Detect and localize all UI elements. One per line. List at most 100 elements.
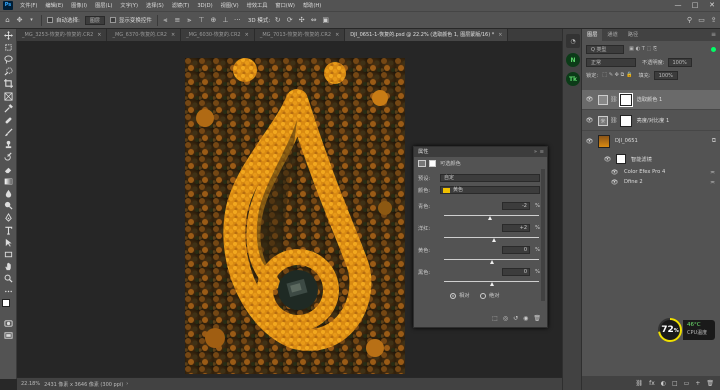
layer-row-filter-cep4[interactable]: 👁 Color Efex Pro 4 ≍ (582, 167, 720, 177)
menu-select[interactable]: 选择(S) (142, 2, 168, 9)
align-center-icon[interactable]: ≡ (173, 16, 182, 25)
black-value-field[interactable]: 0 (502, 268, 530, 276)
minimize-button[interactable]: — (670, 0, 686, 11)
yellow-slider-thumb[interactable] (490, 260, 494, 264)
visibility-eye-icon[interactable]: 👁 (585, 138, 594, 145)
brush-tool-icon[interactable] (0, 127, 17, 139)
layer-name[interactable]: 智能滤镜 (631, 156, 652, 163)
hand-tool-icon[interactable] (0, 261, 17, 273)
rectangle-tool-icon[interactable] (0, 248, 17, 260)
filter-icons[interactable]: ▣ ◐ T ⬚ ⎘ (629, 46, 657, 53)
pen-tool-icon[interactable] (0, 212, 17, 224)
menu-help[interactable]: 帮助(H) (299, 2, 325, 9)
close-icon[interactable]: × (97, 29, 101, 41)
menu-3d[interactable]: 3D(D) (193, 3, 216, 9)
home-icon[interactable]: ⌂ (3, 16, 12, 25)
3d-roll-icon[interactable]: ⟳ (285, 16, 294, 25)
align-middle-icon[interactable]: ⊕ (209, 16, 218, 25)
link-layers-icon[interactable]: ⛓ (635, 380, 643, 387)
visibility-icon[interactable]: ◉ (523, 315, 528, 322)
foreground-color-swatch[interactable] (2, 299, 10, 308)
history-brush-tool-icon[interactable] (0, 151, 17, 163)
more-options-icon[interactable]: ··· (233, 16, 242, 25)
close-icon[interactable]: × (335, 29, 339, 41)
canvas-area[interactable]: 属性 » ≡ 可选颜色 预设: 自定 颜色: 黄色 青色: -2 % 洋红: +… (17, 41, 562, 377)
3d-rotate-icon[interactable]: ↻ (273, 16, 282, 25)
filter-options-icon[interactable]: ≍ (710, 179, 715, 186)
checkbox-box[interactable] (109, 17, 116, 23)
menu-type[interactable]: 文字(Y) (116, 2, 142, 9)
tab-document[interactable]: _MG_6370-恢复的.CR2 × (107, 29, 182, 41)
eyedropper-tool-icon[interactable] (0, 102, 17, 114)
zoom-tool-icon[interactable] (0, 273, 17, 285)
align-right-icon[interactable]: ⫸ (185, 16, 194, 25)
visibility-eye-icon[interactable]: 👁 (610, 169, 619, 176)
history-icon[interactable]: ◔ (566, 34, 580, 48)
cyan-value-field[interactable]: -2 (502, 202, 530, 210)
filter-mask-thumbnail[interactable] (616, 154, 626, 164)
close-icon[interactable]: × (171, 29, 175, 41)
layer-name[interactable]: Dfine 2 (624, 179, 643, 185)
layer-name[interactable]: 选取颜色 1 (637, 96, 663, 103)
black-slider-thumb[interactable] (490, 282, 494, 286)
method-relative-radio[interactable]: 相对 (450, 292, 469, 299)
align-left-icon[interactable]: ⫷ (161, 16, 170, 25)
layer-mask-thumbnail[interactable] (619, 114, 632, 127)
delete-icon[interactable]: 🗑 (533, 315, 541, 322)
menu-edit[interactable]: 编辑(E) (41, 2, 67, 9)
path-selection-tool-icon[interactable] (0, 236, 17, 248)
tab-document-active[interactable]: DJI_0651-1-恢复的.psd @ 22.2% (选取颜色 1, 图层蒙版… (345, 29, 509, 41)
maximize-button[interactable]: □ (687, 0, 703, 11)
align-bottom-icon[interactable]: ⊥ (221, 16, 230, 25)
share-icon[interactable]: ⇪ (709, 16, 718, 25)
yellow-value-field[interactable]: 0 (502, 246, 530, 254)
checkbox-box[interactable] (47, 17, 53, 23)
mask-icon[interactable] (429, 160, 436, 167)
opacity-input[interactable]: 100% (667, 57, 692, 67)
visibility-eye-icon[interactable]: 👁 (585, 96, 594, 103)
tab-document[interactable]: _MG_6030-恢复的.CR2 × (181, 29, 255, 41)
lasso-tool-icon[interactable] (0, 53, 17, 65)
visibility-eye-icon[interactable]: 👁 (585, 117, 594, 124)
quick-selection-tool-icon[interactable] (0, 66, 17, 78)
more-tools-icon[interactable] (0, 285, 17, 297)
panel-menu-icon[interactable]: ≡ (540, 147, 544, 157)
menu-view[interactable]: 视图(V) (217, 2, 243, 9)
cyan-slider-thumb[interactable] (488, 216, 492, 220)
workspace-icon[interactable]: ▭ (697, 16, 706, 25)
preset-dropdown[interactable]: 自定 (440, 174, 540, 182)
reset-icon[interactable]: ↺ (513, 315, 518, 322)
magenta-slider-thumb[interactable] (492, 238, 496, 242)
link-icon[interactable]: ⛓ (610, 96, 618, 103)
layer-name[interactable]: 亮度/对比度 1 (637, 117, 670, 124)
clip-to-layer-icon[interactable]: ⬚ (492, 315, 498, 322)
auto-select-checkbox[interactable]: 自动选择: (47, 16, 80, 24)
fill-input[interactable]: 100% (653, 70, 678, 80)
panel-menu-icon[interactable]: ≡ (711, 29, 720, 41)
colors-dropdown[interactable]: 黄色 (440, 186, 540, 194)
3d-pan-icon[interactable]: ✣ (297, 16, 306, 25)
filter-options-icon[interactable]: ≍ (710, 169, 715, 176)
screen-mode-icon[interactable] (0, 329, 17, 341)
tab-paths[interactable]: 路径 (623, 29, 643, 41)
tab-document[interactable]: _MG_3253-恢复的-恢复的.CR2 × (17, 29, 108, 41)
properties-panel[interactable]: 属性 » ≡ 可选颜色 预设: 自定 颜色: 黄色 青色: -2 % 洋红: +… (413, 146, 548, 328)
tab-document[interactable]: _MG_7013-恢复的-恢复的.CR2 × (255, 29, 346, 41)
nik-collection-icon[interactable]: N (566, 53, 580, 67)
clone-stamp-tool-icon[interactable] (0, 139, 17, 151)
visibility-eye-icon[interactable]: 👁 (603, 156, 612, 163)
layer-row-filter-dfine[interactable]: 👁 Dfine 2 ≍ (582, 177, 720, 187)
layer-name[interactable]: DJI_0651 (615, 138, 638, 144)
scrollbar[interactable] (541, 169, 545, 301)
close-window-button[interactable]: ✕ (704, 0, 720, 11)
move-tool-icon[interactable]: ✥ (15, 16, 24, 25)
zoom-level[interactable]: 22.18% (21, 381, 40, 387)
menu-layer[interactable]: 图层(L) (91, 2, 116, 9)
collapse-icon[interactable]: » (534, 147, 537, 157)
visibility-eye-icon[interactable]: 👁 (610, 179, 619, 186)
delete-layer-icon[interactable]: 🗑 (706, 380, 714, 387)
tab-layers[interactable]: 图层 (582, 29, 603, 41)
eraser-tool-icon[interactable] (0, 163, 17, 175)
new-group-icon[interactable]: ▭ (684, 380, 690, 387)
layer-row-selective-color[interactable]: 👁 ⛓ 选取颜色 1 (582, 90, 720, 110)
